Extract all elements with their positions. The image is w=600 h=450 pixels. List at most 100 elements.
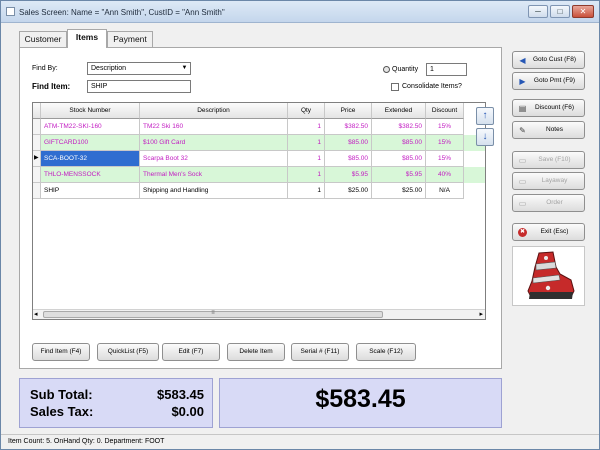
cell-qty[interactable]: 1 [288, 135, 325, 151]
window-title: Sales Screen: Name = "Ann Smith", CustID… [19, 8, 225, 17]
table-row[interactable]: ▶ SCA-BOOT-32 Scarpa Boot 32 1 $85.00 $8… [33, 151, 485, 167]
table-row[interactable]: SHIP Shipping and Handling 1 $25.00 $25.… [33, 183, 485, 199]
cell-qty[interactable]: 1 [288, 183, 325, 199]
discount-icon: ▤ [518, 104, 527, 113]
cell-discount[interactable]: N/A [426, 183, 464, 199]
cell-description[interactable]: TM22 Ski 160 [140, 119, 288, 135]
row-indicator [33, 183, 41, 199]
scale-button[interactable]: Scale (F12) [356, 343, 416, 361]
consolidate-checkbox[interactable] [391, 83, 399, 91]
cell-extended[interactable]: $25.00 [372, 183, 426, 199]
cell-price[interactable]: $25.00 [325, 183, 372, 199]
column-header-discount[interactable]: Discount [426, 103, 464, 119]
tab-items[interactable]: Items [67, 29, 107, 48]
cell-stock-number[interactable]: SHIP [41, 183, 140, 199]
goto-customer-label: Goto Cust (F8) [533, 56, 576, 63]
layaway-button[interactable]: ▭ Layaway [512, 172, 585, 190]
app-icon [6, 7, 15, 16]
tab-payment[interactable]: Payment [107, 31, 153, 47]
table-row[interactable]: ATM-TM22-SKI-160 TM22 Ski 160 1 $382.50 … [33, 119, 485, 135]
grid-corner [33, 103, 41, 119]
cell-discount[interactable]: 40% [426, 167, 464, 183]
cell-discount[interactable]: 15% [426, 119, 464, 135]
find-item-label: Find Item: [32, 82, 71, 91]
cell-extended[interactable]: $85.00 [372, 135, 426, 151]
order-icon: ▭ [518, 199, 527, 208]
serial-number-button[interactable]: Serial # (F11) [291, 343, 349, 361]
layaway-icon: ▭ [518, 177, 527, 186]
table-row[interactable]: GIFTCARD100 $100 Gift Card 1 $85.00 $85.… [33, 135, 485, 151]
exit-icon: ✖ [518, 228, 527, 237]
cell-stock-number[interactable]: ATM-TM22-SKI-160 [41, 119, 140, 135]
items-tab-panel: Find By: Description ▼ Find Item: SHIP Q… [19, 47, 502, 369]
scroll-left-icon[interactable]: ◂ [34, 310, 38, 319]
cell-qty[interactable]: 1 [288, 151, 325, 167]
product-image [512, 246, 585, 306]
discount-button[interactable]: ▤ Discount (F6) [512, 99, 585, 117]
scrollbar-thumb[interactable]: ≡ [43, 310, 383, 318]
column-header-description[interactable]: Description [140, 103, 288, 119]
cell-qty[interactable]: 1 [288, 119, 325, 135]
arrow-up-icon: ↑ [482, 110, 488, 121]
column-header-extended[interactable]: Extended [372, 103, 426, 119]
maximize-button[interactable]: □ [550, 5, 570, 18]
ski-boot-image [527, 251, 575, 299]
save-icon: ▭ [518, 156, 527, 165]
grand-total-panel: $583.45 [219, 378, 502, 428]
notes-label: Notes [546, 126, 563, 133]
column-header-price[interactable]: Price [325, 103, 372, 119]
cell-extended[interactable]: $85.00 [372, 151, 426, 167]
status-bar: Item Count: 5. OnHand Qty: 0. Department… [1, 434, 599, 449]
notes-button[interactable]: ✎ Notes [512, 121, 585, 139]
order-button[interactable]: ▭ Order [512, 194, 585, 212]
layaway-label: Layaway [541, 177, 568, 184]
cell-description[interactable]: Thermal Men's Sock [140, 167, 288, 183]
cell-price[interactable]: $85.00 [325, 151, 372, 167]
table-row[interactable]: THLO-MENSSOCK Thermal Men's Sock 1 $5.95… [33, 167, 485, 183]
column-header-stock-number[interactable]: Stock Number [41, 103, 140, 119]
quicklist-button[interactable]: QuickList (F5) [97, 343, 159, 361]
cell-stock-number[interactable]: THLO-MENSSOCK [41, 167, 140, 183]
goto-payment-button[interactable]: ▶ Goto Pmt (F9) [512, 72, 585, 90]
find-item-input[interactable]: SHIP [87, 80, 191, 93]
save-button[interactable]: ▭ Save (F10) [512, 151, 585, 169]
quantity-input[interactable]: 1 [426, 63, 467, 76]
cell-stock-number[interactable]: GIFTCARD100 [41, 135, 140, 151]
cell-extended[interactable]: $5.95 [372, 167, 426, 183]
cell-price[interactable]: $382.50 [325, 119, 372, 135]
row-indicator: ▶ [33, 151, 41, 167]
cell-qty[interactable]: 1 [288, 167, 325, 183]
edit-button[interactable]: Edit (F7) [162, 343, 220, 361]
scroll-right-icon[interactable]: ▸ [479, 310, 483, 319]
notes-icon: ✎ [519, 126, 526, 135]
quantity-icon [383, 66, 390, 73]
cell-description[interactable]: Shipping and Handling [140, 183, 288, 199]
cell-discount[interactable]: 15% [426, 151, 464, 167]
move-row-up-button[interactable]: ↑ [476, 107, 494, 125]
close-button[interactable]: ✕ [572, 5, 594, 18]
cell-stock-number[interactable]: SCA-BOOT-32 [41, 151, 140, 167]
find-item-button[interactable]: Find Item (F4) [32, 343, 90, 361]
cell-price[interactable]: $85.00 [325, 135, 372, 151]
tab-customer[interactable]: Customer [19, 31, 67, 47]
minimize-button[interactable]: ─ [528, 5, 548, 18]
cell-description[interactable]: Scarpa Boot 32 [140, 151, 288, 167]
chevron-down-icon: ▼ [181, 65, 188, 71]
subtotal-label: Sub Total: [30, 387, 93, 402]
horizontal-scrollbar[interactable]: ◂ ≡ ▸ [33, 309, 485, 319]
delete-item-button[interactable]: Delete Item [227, 343, 285, 361]
move-row-down-button[interactable]: ↓ [476, 128, 494, 146]
exit-button[interactable]: ✖ Exit (Esc) [512, 223, 585, 241]
arrow-left-icon: ◀ [519, 56, 526, 65]
cell-price[interactable]: $5.95 [325, 167, 372, 183]
find-by-select[interactable]: Description ▼ [87, 62, 191, 75]
cell-description[interactable]: $100 Gift Card [140, 135, 288, 151]
cell-discount[interactable]: 15% [426, 135, 464, 151]
goto-customer-button[interactable]: ◀ Goto Cust (F8) [512, 51, 585, 69]
column-header-qty[interactable]: Qty [288, 103, 325, 119]
cell-extended[interactable]: $382.50 [372, 119, 426, 135]
totals-panel: Sub Total: $583.45 Sales Tax: $0.00 [19, 378, 213, 428]
consolidate-label: Consolidate Items? [402, 83, 462, 90]
row-indicator [33, 135, 41, 151]
find-by-value: Description [91, 65, 127, 72]
